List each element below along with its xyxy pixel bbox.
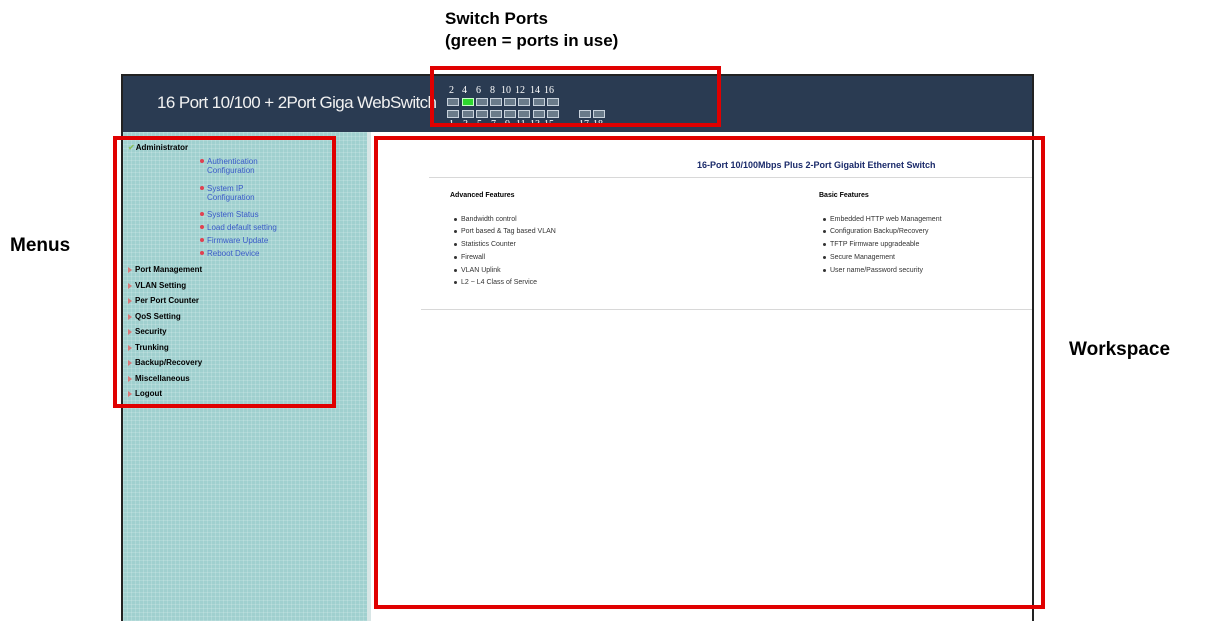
switch-ports-annotation-line2: (green = ports in use) [445, 31, 619, 50]
menus-annotation: Menus [10, 235, 71, 256]
switch-ports-annotation: Switch Ports (green = ports in use) [445, 8, 618, 52]
switch-ports-annotation-line1: Switch Ports [445, 9, 548, 28]
menus-highlight-box [113, 136, 336, 408]
device-title: 16 Port 10/100 + 2Port Giga WebSwitch [157, 93, 437, 112]
workspace-highlight-box [374, 136, 1045, 609]
workspace-annotation: Workspace [1069, 339, 1171, 360]
switch-ports-highlight-box [430, 66, 721, 127]
